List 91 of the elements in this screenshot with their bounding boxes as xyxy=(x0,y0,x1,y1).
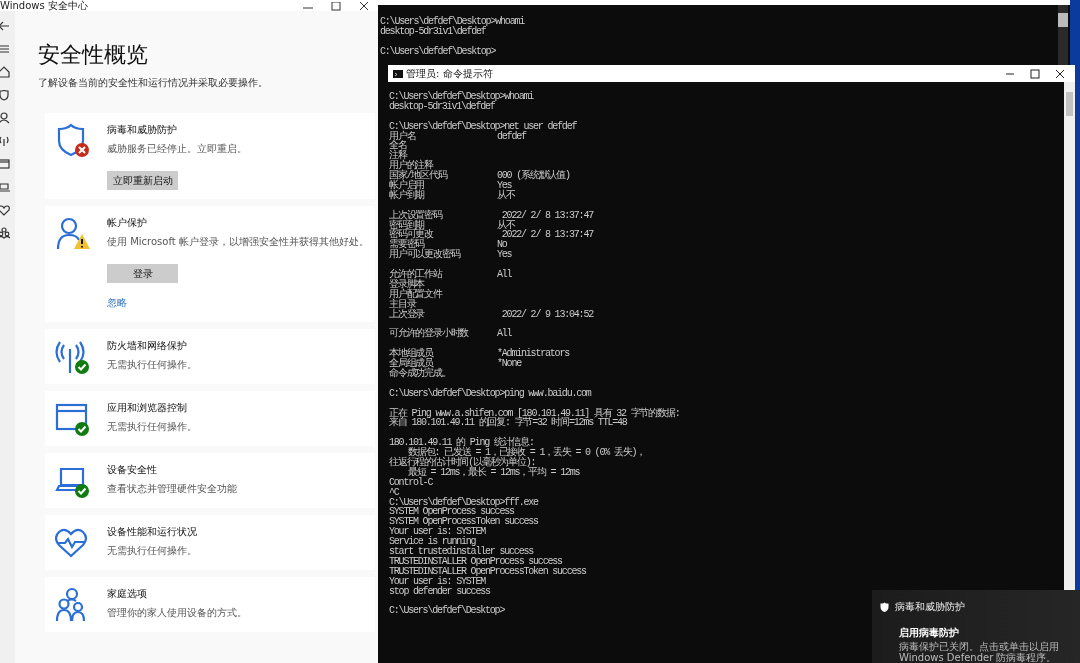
terminal-line: 命令成功完成。 xyxy=(389,368,451,379)
terminal-line: C:\Users\defdef\Desktop>fff.exe xyxy=(389,497,538,508)
terminal-line: C:\Users\defdef\Desktop>whoami xyxy=(380,17,525,27)
terminal-line: ^C xyxy=(389,487,399,498)
terminal-line: 往返行程的估计时间(以毫秒为单位): xyxy=(389,457,536,468)
person-warning-icon xyxy=(55,216,91,252)
terminal-field-label: 可允许的登录小时数 xyxy=(389,329,470,340)
action-button[interactable]: 登录 xyxy=(107,264,178,283)
terminal-line: C:\Users\defdef\Desktop>net user defdef xyxy=(389,121,577,132)
card-description: 无需执行任何操作。 xyxy=(107,358,197,372)
browser-window-icon[interactable] xyxy=(0,158,10,170)
terminal-line: 登录脚本 xyxy=(389,279,425,290)
card-description: 无需执行任何操作。 xyxy=(107,544,197,558)
terminal-line: SYSTEM OpenProcessToken success xyxy=(389,517,538,528)
terminal-field-label: 帐户启用 xyxy=(389,181,426,191)
close-button[interactable] xyxy=(358,2,370,11)
card-title: 病毒和威胁防护 xyxy=(107,123,178,137)
terminal-line: stop defender success xyxy=(389,586,490,597)
laptop-icon[interactable] xyxy=(0,181,10,193)
terminal-line: TRUSTEDINSTALLER OpenProcessToken success xyxy=(389,566,586,577)
action-button[interactable]: 立即重新启动 xyxy=(107,171,178,190)
page-heading: 安全性概览 xyxy=(38,42,149,68)
terminal-line: C:\Users\defdef\Desktop>whoami xyxy=(389,92,534,102)
terminal-field-label: 帐户到期 xyxy=(389,190,426,201)
terminal-field-label: 允许的工作站 xyxy=(389,270,444,280)
terminal-field-label: 国家/地区代码 xyxy=(389,171,449,181)
terminal-field-label: 用户可以更改密码 xyxy=(389,250,461,261)
notification-heading: 启用病毒防护 xyxy=(899,626,960,640)
browser-window-check-icon xyxy=(55,401,91,437)
person-icon[interactable] xyxy=(0,112,10,124)
page-subtitle: 了解设备当前的安全性和运行情况并采取必要操作。 xyxy=(38,76,269,90)
antenna-icon[interactable] xyxy=(0,135,10,147)
card-title: 设备性能和运行状况 xyxy=(107,525,197,539)
card-title: 家庭选项 xyxy=(107,587,148,601)
terminal-icon xyxy=(393,69,403,78)
terminal-line: Your user is: SYSTEM xyxy=(389,576,486,587)
terminal-field-label: 全局组成员 xyxy=(389,359,434,369)
terminal-field-value: 000 (系统默认值) xyxy=(497,171,570,181)
terminal-line: 最短 = 12ms，最长 = 12ms，平均 = 12ms xyxy=(408,467,580,478)
terminal-line: start trustedinstaller success xyxy=(389,546,534,557)
terminal-field-value: *None xyxy=(497,359,521,369)
terminal-field-value: No xyxy=(497,240,507,251)
terminal-field-value: Yes xyxy=(497,181,512,191)
card-title: 设备安全性 xyxy=(107,463,158,477)
card-title: 应用和浏览器控制 xyxy=(107,401,188,415)
terminal-line: desktop-5dr3iv1\defdef xyxy=(389,101,495,112)
terminal-field-value: 2022/ 2/ 8 13:37:47 xyxy=(501,230,594,241)
scrollbar[interactable] xyxy=(1058,5,1068,65)
card-description: 管理你的家人使用设备的方式。 xyxy=(107,606,247,620)
maximize-button[interactable] xyxy=(330,2,342,11)
shield-icon xyxy=(880,602,889,612)
terminal-line: desktop-5dr3iv1\defdef xyxy=(380,26,486,37)
notification-text: 病毒保护已关闭。点击或单击以启用 Windows Defender 防病毒程序。 xyxy=(899,641,1060,663)
terminal-field-value: defdef xyxy=(497,131,526,142)
antenna-check-icon xyxy=(55,339,91,375)
terminal-line: Control-C xyxy=(389,477,433,488)
notification-title: 病毒和威胁防护 xyxy=(895,600,965,614)
terminal-line: C:\Users\defdef\Desktop> xyxy=(380,46,496,57)
terminal-field-value: Yes xyxy=(497,250,512,261)
card-description: 威胁服务已经停止。立即重启。 xyxy=(107,142,247,156)
terminal-line: 用户配置文件 xyxy=(389,289,442,300)
window-title: 管理员: 命令提示符 xyxy=(406,66,494,81)
shield-icon[interactable] xyxy=(0,89,10,101)
terminal-line: C:\Users\defdef\Desktop>ping www.baidu.com xyxy=(389,388,591,399)
shield-error-icon xyxy=(55,123,91,159)
terminal-line: Service is running xyxy=(389,537,476,547)
terminal-line: TRUSTEDINSTALLER OpenProcess success xyxy=(389,556,562,567)
terminal-field-value: 2022/ 2/ 8 13:37:47 xyxy=(501,210,594,221)
terminal-line: C:\Users\defdef\Desktop> xyxy=(389,606,505,617)
dismiss-link[interactable]: 忽略 xyxy=(107,296,127,310)
card-title: 帐户保护 xyxy=(107,216,148,230)
terminal-field-value: All xyxy=(497,329,512,340)
terminal-line: 主目录 xyxy=(389,299,416,310)
card-description: 查看状态并管理硬件安全功能 xyxy=(107,482,237,496)
terminal-field-value: All xyxy=(497,270,512,280)
card-description: 使用 Microsoft 帐户登录，以增强安全性并获得其他好处。 xyxy=(107,235,369,249)
heartbeat-icon[interactable] xyxy=(0,204,10,216)
home-icon[interactable] xyxy=(0,66,10,78)
terminal-field-label: 上次登录 xyxy=(389,309,426,320)
window-title: Windows 安全中心 xyxy=(0,0,88,11)
back-icon[interactable] xyxy=(0,20,10,32)
close-button[interactable] xyxy=(1055,68,1065,79)
family-icon[interactable] xyxy=(0,227,10,239)
terminal-field-value: 2022/ 2/ 9 13:04:52 xyxy=(500,309,594,320)
menu-icon[interactable] xyxy=(0,43,10,55)
terminal-field-value: 从不 xyxy=(497,220,515,231)
notification-toast[interactable]: 病毒和威胁防护 启用病毒防护 病毒保护已关闭。点击或单击以启用 Windows Defender 防病毒程序。 xyxy=(872,590,1080,663)
maximize-button[interactable] xyxy=(1030,68,1040,79)
card-title: 防火墙和网络保护 xyxy=(107,339,188,353)
terminal-field-value: 从不 xyxy=(497,190,515,201)
card-description: 无需执行任何操作。 xyxy=(107,420,197,434)
